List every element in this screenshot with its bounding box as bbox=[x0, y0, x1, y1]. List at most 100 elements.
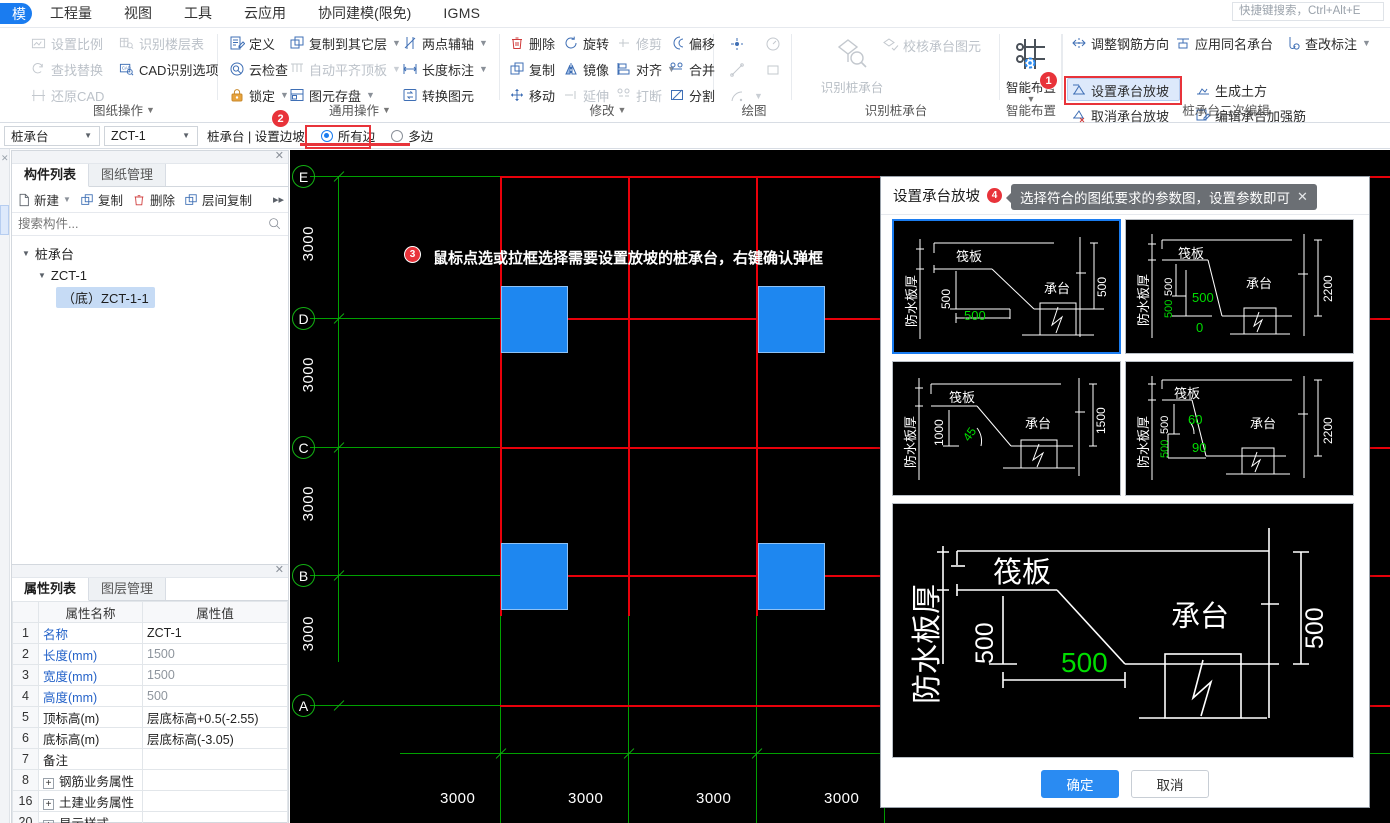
pile-cap-element[interactable] bbox=[758, 286, 825, 353]
table-row[interactable]: 16 + 土建业务属性 bbox=[12, 790, 288, 812]
axis-bubble-E[interactable]: E bbox=[292, 165, 315, 188]
table-row[interactable]: 6 底标高(m) 层底标高(-3.05) bbox=[12, 727, 288, 749]
new-component-button[interactable]: 新建 ▼ bbox=[16, 190, 71, 209]
ribbon-button-trim[interactable]: 修剪 bbox=[615, 32, 662, 54]
close-icon[interactable]: ✕ bbox=[1, 153, 9, 164]
ribbon-button-recognize-floor-table[interactable]: 识别楼层表 bbox=[118, 32, 204, 54]
menu-item-cloud-apps[interactable]: 云应用 bbox=[228, 0, 302, 27]
ribbon-button-draw-rect[interactable] bbox=[764, 59, 785, 81]
tab-component-list[interactable]: 构件列表 bbox=[12, 164, 90, 187]
table-row[interactable]: 5 顶标高(m) 层底标高+0.5(-2.55) bbox=[12, 706, 288, 728]
tab-property-list[interactable]: 属性列表 bbox=[12, 578, 90, 601]
app-mode-pill[interactable]: 模 bbox=[0, 3, 32, 24]
ribbon-button-find-replace[interactable]: 查找替换 bbox=[30, 58, 103, 80]
ribbon-button-copy[interactable]: 复制 bbox=[508, 58, 555, 80]
chevron-down-icon[interactable]: ▼ bbox=[22, 249, 30, 258]
row-name-group[interactable]: + 土建业务属性 bbox=[38, 790, 143, 812]
row-name-group[interactable]: + 显示样式 bbox=[38, 811, 143, 823]
ribbon-group-label-drawing-ops[interactable]: 图纸操作 ▼ bbox=[30, 100, 218, 119]
pile-cap-element[interactable] bbox=[501, 543, 568, 610]
ribbon-button-align[interactable]: 对齐 ▼ bbox=[615, 58, 676, 80]
tree-node-zct1[interactable]: ▼ ZCT-1 bbox=[12, 264, 288, 286]
tab-layer-management[interactable]: 图层管理 bbox=[89, 578, 167, 600]
table-row[interactable]: 1 名称 ZCT-1 bbox=[12, 622, 288, 644]
ribbon-button-generate-earthwork[interactable]: 生成土方 bbox=[1194, 79, 1267, 101]
table-row[interactable]: 3 宽度(mm) 1500 bbox=[12, 664, 288, 686]
ribbon-button-copy-to-other-floor[interactable]: 复制到其它层 ▼ bbox=[288, 32, 401, 54]
table-row[interactable]: 2 长度(mm) 1500 bbox=[12, 643, 288, 665]
ribbon-button-set-scale[interactable]: 设置比例 bbox=[30, 32, 103, 54]
delete-component-button[interactable]: 删除 bbox=[132, 190, 175, 209]
ribbon-button-rotate[interactable]: 旋转 bbox=[562, 32, 609, 54]
axis-bubble-B[interactable]: B bbox=[292, 564, 315, 587]
radio-indicator-all-edges[interactable] bbox=[320, 129, 333, 142]
expand-icon[interactable]: + bbox=[43, 777, 54, 789]
tree-node-zct1-1[interactable]: （底）ZCT-1-1 bbox=[12, 286, 288, 308]
ok-button[interactable]: 确定 bbox=[1041, 770, 1119, 798]
ribbon-button-smart-layout[interactable]: 智能布置 ▼ bbox=[995, 32, 1067, 104]
row-value[interactable]: 层底标高+0.5(-2.55) bbox=[142, 706, 288, 728]
pile-cap-element[interactable] bbox=[501, 286, 568, 353]
expand-icon[interactable]: + bbox=[43, 819, 54, 823]
category-combo[interactable]: 桩承台 ▼ bbox=[4, 125, 100, 146]
slope-option-3[interactable]: 防水板厚 筏板 承台 1000 45 1500 bbox=[892, 361, 1121, 496]
ribbon-button-draw-line[interactable] bbox=[728, 59, 749, 81]
chevron-down-icon[interactable]: ▼ bbox=[38, 271, 46, 280]
row-value[interactable]: ZCT-1 bbox=[142, 622, 288, 644]
copy-component-button[interactable]: 复制 bbox=[80, 190, 123, 209]
ribbon-button-define[interactable]: 定义 bbox=[228, 32, 275, 54]
ribbon-button-delete[interactable]: 删除 bbox=[508, 32, 555, 54]
ribbon-button-check-edit-dimension[interactable]: 查改标注 ▼ bbox=[1284, 32, 1371, 54]
ribbon-button-set-pilecap-slope[interactable]: 设置承台放坡 bbox=[1070, 79, 1169, 101]
axis-bubble-D[interactable]: D bbox=[292, 307, 315, 330]
row-value[interactable] bbox=[142, 748, 288, 770]
ribbon-button-cloud-check[interactable]: 云检查 bbox=[228, 58, 288, 80]
close-icon[interactable]: ✕ bbox=[275, 564, 284, 577]
axis-bubble-C[interactable]: C bbox=[292, 436, 315, 459]
collapsed-panel-tab[interactable] bbox=[0, 205, 9, 235]
menu-item-igms[interactable]: IGMS bbox=[427, 0, 496, 27]
ribbon-button-recognize-pilecap[interactable]: 识别桩承台 bbox=[816, 32, 888, 96]
ribbon-button-adjust-rebar-direction[interactable]: 调整钢筋方向 bbox=[1070, 32, 1169, 54]
ribbon-button-offset[interactable]: 偏移 bbox=[668, 32, 715, 54]
close-icon[interactable]: ✕ bbox=[275, 150, 284, 163]
ribbon-group-label-common-ops[interactable]: 通用操作 ▼ bbox=[220, 100, 500, 119]
ribbon-button-auto-align-slab[interactable]: 自动平齐顶板 ▼ bbox=[288, 58, 401, 80]
expand-icon[interactable]: + bbox=[43, 798, 54, 810]
ribbon-button-draw-point[interactable] bbox=[728, 33, 749, 55]
menu-item-collab[interactable]: 协同建模(限免) bbox=[302, 0, 427, 27]
table-row[interactable]: 7 备注 bbox=[12, 748, 288, 770]
row-name-group[interactable]: + 钢筋业务属性 bbox=[38, 769, 143, 791]
slope-option-2[interactable]: 防水板厚 筏板 承台 500 500 500 0 2200 bbox=[1125, 219, 1354, 354]
axis-bubble-A[interactable]: A bbox=[292, 694, 315, 717]
table-row[interactable]: 4 高度(mm) 500 bbox=[12, 685, 288, 707]
row-value[interactable]: 1500 bbox=[142, 643, 288, 665]
table-row[interactable]: 8 + 钢筋业务属性 bbox=[12, 769, 288, 791]
menu-item-quantity[interactable]: 工程量 bbox=[34, 0, 108, 27]
tree-node-pilecap[interactable]: ▼ 桩承台 bbox=[12, 242, 288, 264]
menu-item-tools[interactable]: 工具 bbox=[168, 0, 228, 27]
ribbon-button-mirror[interactable]: 镜像 bbox=[562, 58, 609, 80]
radio-indicator-multi-edges[interactable] bbox=[391, 129, 404, 142]
ribbon-button-check-pilecap-element[interactable]: 校核承台图元 bbox=[882, 34, 981, 56]
close-icon[interactable]: ✕ bbox=[1297, 189, 1308, 205]
toolbar-overflow-button[interactable]: ▸▸ bbox=[273, 193, 284, 206]
search-input[interactable] bbox=[18, 217, 282, 231]
tab-drawing-management[interactable]: 图纸管理 bbox=[89, 164, 167, 186]
table-row[interactable]: 20 + 显示样式 bbox=[12, 811, 288, 823]
ribbon-button-two-point-axis[interactable]: 两点辅轴 ▼ bbox=[401, 32, 488, 54]
row-value[interactable]: 层底标高(-3.05) bbox=[142, 727, 288, 749]
copy-between-floors-button[interactable]: 层间复制 bbox=[184, 190, 252, 209]
row-value[interactable]: 1500 bbox=[142, 664, 288, 686]
shortcut-search-input[interactable]: 快捷键搜索，Ctrl+Alt+E bbox=[1232, 2, 1384, 21]
ribbon-button-apply-samename-pilecap[interactable]: 应用同名承台 bbox=[1174, 32, 1273, 54]
menu-item-view[interactable]: 视图 bbox=[108, 0, 168, 27]
slope-option-1[interactable]: 防水板厚 筏板 承台 500 500 500 bbox=[892, 219, 1121, 354]
ribbon-button-length-dimension[interactable]: 长度标注 ▼ bbox=[401, 58, 488, 80]
component-combo[interactable]: ZCT-1 ▼ bbox=[104, 125, 198, 146]
cancel-button[interactable]: 取消 bbox=[1131, 770, 1209, 798]
row-value[interactable]: 500 bbox=[142, 685, 288, 707]
ribbon-button-cad-options[interactable]: CAD CAD识别选项 bbox=[118, 58, 218, 80]
search-icon[interactable] bbox=[268, 217, 281, 233]
ribbon-button-merge[interactable]: 合并 bbox=[668, 58, 715, 80]
